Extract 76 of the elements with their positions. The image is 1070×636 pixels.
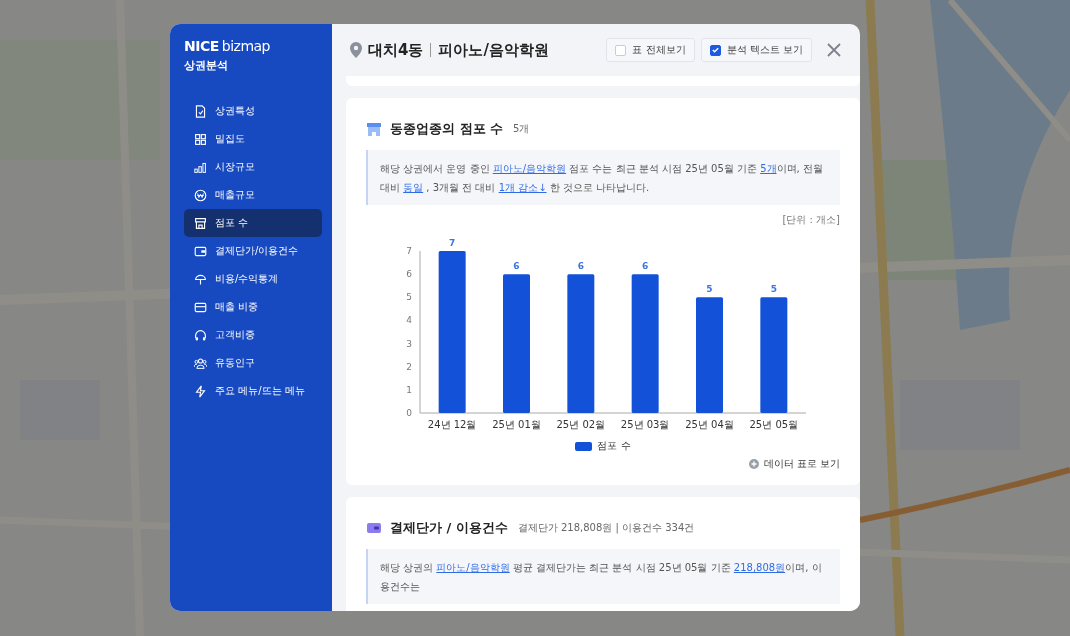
sidebar-item[interactable]: 주요 메뉴/뜨는 메뉴 xyxy=(184,377,322,405)
axis-category-label: 25년 02월 xyxy=(556,419,606,430)
analysis-text: 해당 상권의 피아노/음악학원 평균 결제단가는 최근 분석 시점 25년 05월 기준 218,808원이며, 이용건수는 xyxy=(380,561,823,594)
toggle-button[interactable]: 표 전체보기 xyxy=(606,38,695,62)
sidebar-item[interactable]: 밀집도 xyxy=(184,125,322,153)
axis-category-label: 25년 01월 xyxy=(492,419,541,430)
sidebar-item[interactable]: 유동인구 xyxy=(184,349,322,377)
headphones-icon xyxy=(194,328,207,342)
document-icon xyxy=(194,104,207,118)
people-icon xyxy=(194,356,207,370)
data-label: 5 xyxy=(706,284,713,295)
analysis-link[interactable]: 1개 감소↓ xyxy=(498,182,547,193)
legend-swatch xyxy=(575,441,593,451)
store-icon xyxy=(366,121,382,137)
store-icon xyxy=(194,216,207,230)
card-icon xyxy=(194,300,207,314)
sidebar-item[interactable]: 결제단가/이용건수 xyxy=(184,237,322,265)
sidebar-item[interactable]: 매출규모 xyxy=(184,181,322,209)
axis-tick-label: 1 xyxy=(406,384,412,395)
axis-category-label: 25년 05월 xyxy=(749,419,799,430)
data-label: 6 xyxy=(577,261,584,272)
analysis-link[interactable]: 피아노/음악학원 xyxy=(436,562,510,573)
analysis-link[interactable]: 동일 xyxy=(403,182,424,193)
section-summary: 결제단가 218,808원 | 이용건수 334건 xyxy=(517,521,695,535)
location-pin-icon xyxy=(350,42,362,58)
analysis-link[interactable]: 5개 xyxy=(760,163,777,174)
bar[interactable] xyxy=(438,251,466,413)
analysis-text: 해당 상권에서 운영 중인 피아노/음악학원 점포 수는 최근 분석 시점 25년 05월 기준 5개이며, 전월 대비 동일 , 3개월 전 대비 1개 감소↓ 한 것으로 나타납니다. xyxy=(380,162,824,195)
sidebar-item[interactable]: 고객비중 xyxy=(184,321,322,349)
grid-icon xyxy=(194,132,207,146)
data-label: 7 xyxy=(449,238,456,248)
data-label: 6 xyxy=(642,261,649,272)
analysis-link[interactable]: 218,808원 xyxy=(733,562,786,573)
axis-tick-label: 0 xyxy=(406,408,412,418)
sidebar-item[interactable]: 매출 비중 xyxy=(184,293,322,321)
bar[interactable] xyxy=(631,274,659,413)
section-title: 결제단가 / 이용건수 xyxy=(390,519,508,537)
analysis-link[interactable]: 피아노/음악학원 xyxy=(492,163,567,174)
unit-label: [단위 : 개소] xyxy=(782,213,840,227)
sidebar-item[interactable]: 상권특성 xyxy=(184,97,322,125)
sidebar-item[interactable]: 시장규모 xyxy=(184,153,322,181)
wallet-icon xyxy=(194,244,207,258)
data-label: 6 xyxy=(513,261,520,272)
axis-category-label: 25년 03월 xyxy=(620,419,670,430)
axis-tick-label: 5 xyxy=(406,292,412,303)
sidebar-title: 상권분석 xyxy=(184,58,228,73)
axis-tick-label: 3 xyxy=(406,338,412,349)
data-label: 5 xyxy=(770,284,777,295)
axis-tick-label: 2 xyxy=(406,361,412,372)
checkbox-label: 분석 텍스트 보기 xyxy=(726,43,803,57)
logo: NICE bizmap xyxy=(184,38,270,54)
toggle-button[interactable]: 분석 텍스트 보기 xyxy=(700,38,812,62)
section-summary: 5개 xyxy=(513,122,530,136)
bar[interactable] xyxy=(567,274,595,413)
axis-category-label: 25년 04월 xyxy=(685,419,734,430)
axis-tick-label: 7 xyxy=(406,246,412,256)
umbrella-icon xyxy=(194,272,207,286)
area-name: 대치4동 xyxy=(368,40,424,60)
bar-chart-icon xyxy=(194,160,207,174)
close-icon[interactable] xyxy=(826,42,842,58)
checkbox-label: 표 전체보기 xyxy=(632,43,686,57)
section-title: 동종업종의 점포 수 xyxy=(390,120,504,138)
axis-tick-label: 4 xyxy=(406,315,412,326)
won-coin-icon xyxy=(194,188,207,202)
business-category: 피아노/음악학원 xyxy=(438,40,549,60)
lightning-icon xyxy=(194,384,207,398)
checkbox[interactable] xyxy=(709,44,721,56)
sidebar-item[interactable]: 비용/수익통계 xyxy=(184,265,322,293)
plus-circle-icon xyxy=(748,459,759,469)
data-table-link[interactable]: 데이터 표로 보기 xyxy=(748,457,840,471)
axis-tick-label: 6 xyxy=(406,269,412,280)
sidebar-item[interactable]: 점포 수 xyxy=(184,209,322,237)
axis-category-label: 24년 12월 xyxy=(427,419,477,430)
bar[interactable] xyxy=(760,297,788,413)
legend-label: 점포 수 xyxy=(597,439,631,453)
wallet-icon xyxy=(366,520,382,536)
